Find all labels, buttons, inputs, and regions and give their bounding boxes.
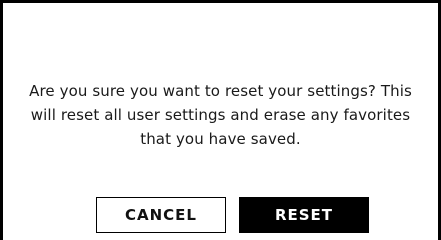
reset-button-label: RESET — [274, 206, 334, 224]
cancel-button[interactable]: CANCEL — [96, 197, 226, 233]
dialog-message: Are you sure you want to reset your sett… — [29, 82, 412, 148]
reset-confirmation-dialog: Are you sure you want to reset your sett… — [0, 0, 441, 240]
cancel-button-label: CANCEL — [125, 206, 197, 224]
reset-button[interactable]: RESET — [239, 197, 369, 233]
